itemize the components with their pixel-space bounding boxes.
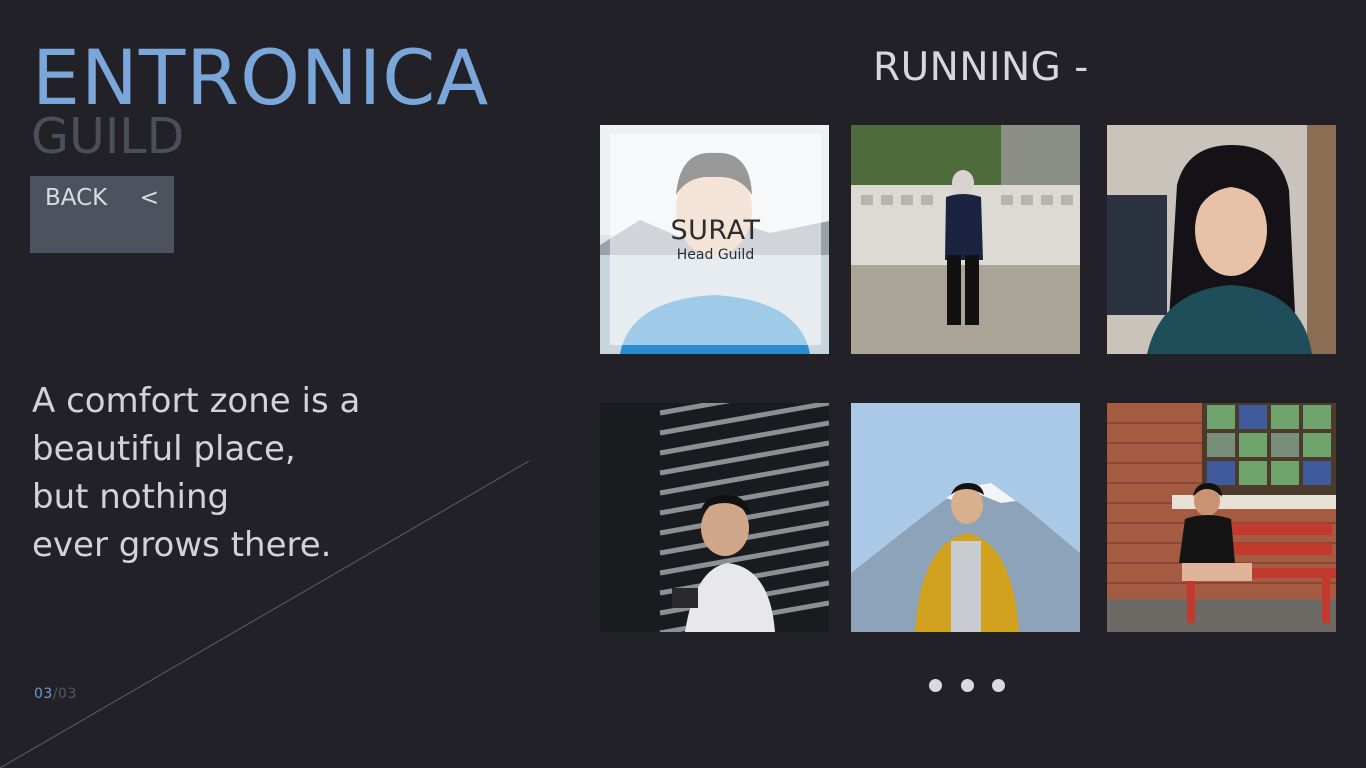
quote-line: A comfort zone is a [32,381,361,421]
brand-subtitle: GUILD [31,108,185,165]
portrait-mountain-image [851,403,1080,632]
carousel-dot-3[interactable] [992,679,1005,692]
portrait-bench-image [1107,403,1336,632]
quote: A comfort zone is a beautiful place, but… [32,377,452,569]
quote-line: beautiful place, [32,429,296,469]
page-total: 03 [58,686,77,702]
carousel-dot-1[interactable] [929,679,942,692]
member-role: Head Guild [676,247,755,263]
page-current: 03 [34,686,53,702]
chevron-left-icon: < [139,185,159,211]
back-button[interactable]: BACK < [30,176,174,253]
member-photo-3[interactable] [1107,125,1336,354]
member-photo-4[interactable] [600,403,829,632]
portrait-woman-image [1107,125,1336,354]
portrait-street-image [851,125,1080,354]
member-photo-2[interactable] [851,125,1080,354]
brand-title: ENTRONICA [32,33,490,122]
member-photo-6[interactable] [1107,403,1336,632]
page-indicator: 03/03 [34,686,77,702]
member-name: SURAT [670,215,761,246]
member-overlay: SURAT Head Guild [610,134,821,345]
portrait-shutters-image [600,403,829,632]
section-heading: RUNNING - [873,45,1089,90]
quote-line: but nothing [32,477,230,517]
quote-line: ever grows there. [32,525,332,565]
member-photo-1[interactable]: SURAT Head Guild [600,125,829,354]
back-button-label: BACK [45,185,108,211]
member-photo-5[interactable] [851,403,1080,632]
carousel-dot-2[interactable] [961,679,974,692]
